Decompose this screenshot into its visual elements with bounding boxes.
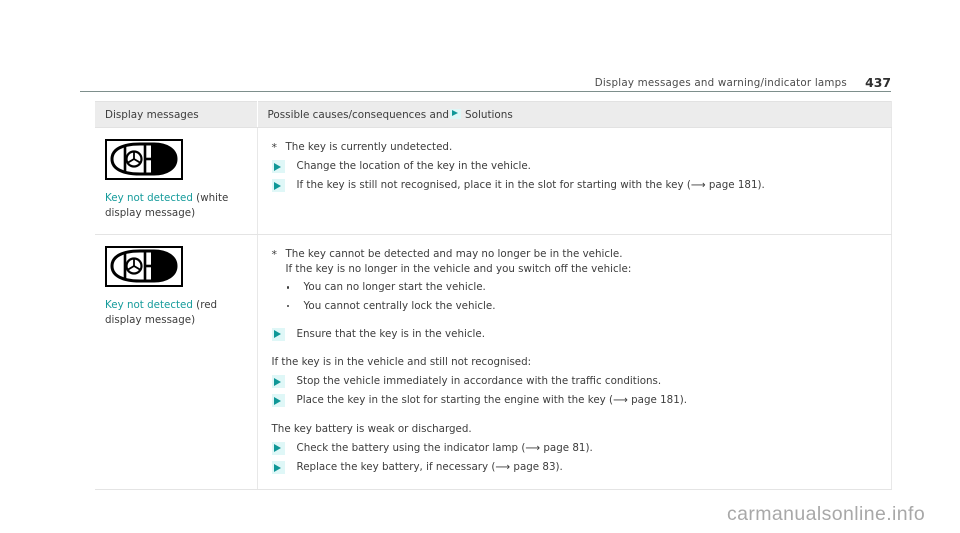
cause-text: The key cannot be detected and may no lo… bbox=[285, 248, 623, 260]
solution-row: Replace the key battery, if necessary (⟶… bbox=[271, 460, 881, 475]
cause-continued-text: If the key is no longer in the vehicle a… bbox=[285, 263, 632, 276]
bullet-text: You cannot centrally lock the vehicle. bbox=[303, 299, 496, 312]
solution-triangle-icon bbox=[271, 375, 285, 389]
table-row: Key not detected (red display message) *… bbox=[95, 234, 892, 491]
column-header-causes-label: Possible causes/consequences and bbox=[267, 108, 450, 121]
page-number: 437 bbox=[865, 75, 891, 90]
message-name: Key not detected bbox=[105, 299, 193, 311]
header-rule bbox=[80, 91, 891, 92]
column-header-solutions-label: Solutions bbox=[465, 108, 513, 121]
table-header-row: Display messages Possible causes/consequ… bbox=[95, 101, 892, 128]
cause-marker: * bbox=[271, 141, 278, 154]
solution-triangle-icon bbox=[271, 179, 285, 193]
solution-text[interactable]: Check the battery using the indicator la… bbox=[297, 441, 881, 456]
row-causes-cell: * The key cannot be detected and may no … bbox=[257, 234, 892, 491]
solution-row: Stop the vehicle immediately in accordan… bbox=[271, 374, 881, 389]
solution-triangle-icon bbox=[271, 461, 285, 475]
solution-text[interactable]: Replace the key battery, if necessary (⟶… bbox=[297, 460, 881, 475]
paragraph-text: The key battery is weak or discharged. bbox=[271, 422, 472, 435]
row-message-cell: Key not detected (red display message) bbox=[95, 234, 258, 491]
car-key-fob-icon bbox=[105, 246, 183, 287]
solution-row: If the key is still not recognised, plac… bbox=[271, 178, 881, 193]
bullet-text: You can no longer start the vehicle. bbox=[303, 281, 486, 294]
solution-triangle-icon bbox=[271, 327, 285, 341]
site-watermark: carmanualsonline.info bbox=[727, 503, 926, 525]
bullet-row: You cannot centrally lock the vehicle. bbox=[286, 299, 881, 314]
cause-text: The key is currently undetected. bbox=[285, 141, 453, 153]
running-header: Display messages and warning/indicator l… bbox=[80, 72, 891, 92]
row-causes-cell: * The key is currently undetected. Chang… bbox=[257, 127, 892, 235]
cause-block: * The key is currently undetected. Chang… bbox=[271, 140, 881, 194]
table-row: Key not detected (white display message)… bbox=[95, 127, 892, 235]
display-messages-table: Display messages Possible causes/consequ… bbox=[95, 101, 892, 491]
running-header-title: Display messages and warning/indicator l… bbox=[594, 77, 847, 89]
solutions-triangle-icon bbox=[450, 108, 462, 119]
solution-text: Ensure that the key is in the vehicle. bbox=[296, 327, 485, 340]
message-caption: Key not detected (red display message) bbox=[105, 298, 247, 327]
solution-row: Check the battery using the indicator la… bbox=[271, 441, 881, 456]
message-name: Key not detected bbox=[105, 192, 193, 204]
message-caption: Key not detected (white display message) bbox=[105, 191, 247, 220]
cause-marker: * bbox=[271, 248, 278, 261]
column-header-causes-solutions: Possible causes/consequences and Solution… bbox=[257, 101, 892, 128]
solution-text: Change the location of the key in the ve… bbox=[296, 160, 531, 173]
solution-triangle-icon bbox=[271, 160, 285, 174]
cause-row: * The key cannot be detected and may no … bbox=[272, 247, 881, 262]
bullet-dot-icon bbox=[286, 280, 296, 295]
solution-triangle-icon bbox=[271, 394, 285, 408]
car-key-fob-icon bbox=[105, 139, 183, 180]
cause-block: * The key cannot be detected and may no … bbox=[271, 247, 881, 475]
bullet-dot-icon bbox=[286, 299, 296, 314]
paragraph-text: If the key is in the vehicle and still n… bbox=[271, 356, 532, 369]
solution-row: Ensure that the key is in the vehicle. bbox=[271, 327, 881, 342]
solution-text: Stop the vehicle immediately in accordan… bbox=[296, 375, 662, 388]
solution-row: Change the location of the key in the ve… bbox=[271, 159, 881, 174]
column-header-display-messages: Display messages bbox=[95, 101, 258, 128]
row-message-cell: Key not detected (white display message) bbox=[95, 127, 258, 235]
solution-row: Place the key in the slot for starting t… bbox=[271, 393, 881, 408]
solution-text[interactable]: Place the key in the slot for starting t… bbox=[297, 393, 881, 408]
solution-triangle-icon bbox=[271, 441, 285, 455]
solution-text[interactable]: If the key is still not recognised, plac… bbox=[297, 178, 881, 193]
cause-row: * The key is currently undetected. bbox=[272, 140, 881, 155]
bullet-row: You can no longer start the vehicle. bbox=[286, 280, 881, 295]
